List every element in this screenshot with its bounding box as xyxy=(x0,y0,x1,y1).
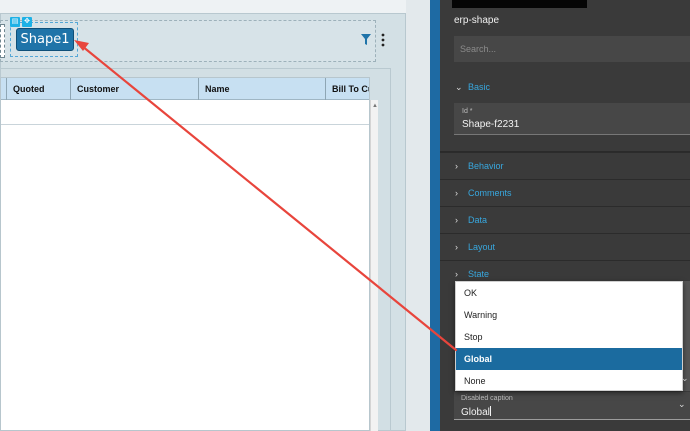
disabled-caption-field[interactable]: Disabled caption Global ⌄ xyxy=(454,392,690,420)
panel-splitter[interactable] xyxy=(430,0,440,431)
shape-toolbar: ▤ ✥ xyxy=(10,17,32,27)
redacted-bar xyxy=(452,0,587,8)
chevron-down-icon[interactable]: ⌄ xyxy=(681,373,689,384)
section-state-label: State xyxy=(468,269,490,279)
dropdown-option-stop[interactable]: Stop xyxy=(456,326,682,348)
dropdown-option-global[interactable]: Global xyxy=(456,348,682,370)
disabled-caption-value: Global xyxy=(461,406,491,418)
column-header-bill-to[interactable]: Bill To Cu xyxy=(326,78,369,100)
section-data-label: Data xyxy=(468,215,488,225)
move-icon[interactable]: ✥ xyxy=(22,17,32,27)
section-comments[interactable]: › Comments xyxy=(440,179,690,207)
data-grid: Quoted Customer Name Bill To Cu xyxy=(0,77,370,431)
dropdown-option-warning[interactable]: Warning xyxy=(456,304,682,326)
filter-icon[interactable] xyxy=(361,34,371,46)
column-header-name[interactable]: Name xyxy=(199,78,326,100)
section-data[interactable]: › Data xyxy=(440,206,690,234)
section-comments-label: Comments xyxy=(468,188,512,198)
column-header-quoted[interactable]: Quoted xyxy=(7,78,71,100)
grid-scrollbar[interactable]: ▲ xyxy=(370,100,378,431)
section-basic-label: Basic xyxy=(468,82,491,92)
copy-icon[interactable]: ▤ xyxy=(10,17,20,27)
column-header-customer[interactable]: Customer xyxy=(71,78,199,100)
section-behavior[interactable]: › Behavior xyxy=(440,152,690,180)
chevron-right-icon: › xyxy=(455,188,458,198)
dropdown-option-none[interactable]: None xyxy=(456,370,682,392)
shape-button[interactable]: Shape1 xyxy=(16,28,74,51)
chevron-down-icon: ⌄ xyxy=(455,82,463,92)
canvas-top-bar xyxy=(0,0,406,13)
disabled-caption-text: Global xyxy=(461,407,490,418)
chevron-right-icon: › xyxy=(455,269,458,279)
chevron-right-icon: › xyxy=(455,242,458,252)
section-layout[interactable]: › Layout xyxy=(440,233,690,261)
more-vertical-icon[interactable] xyxy=(380,33,386,47)
text-cursor xyxy=(489,406,491,416)
section-layout-label: Layout xyxy=(468,242,496,252)
id-field[interactable]: Id * Shape-f2231 xyxy=(454,103,690,135)
chevron-right-icon: › xyxy=(455,215,458,225)
panel-title: erp-shape xyxy=(454,15,500,26)
id-field-value: Shape-f2231 xyxy=(462,119,520,130)
search-input[interactable] xyxy=(454,36,690,62)
chevron-down-icon[interactable]: ⌄ xyxy=(678,399,686,410)
grid-header: Quoted Customer Name Bill To Cu xyxy=(1,78,369,100)
disabled-caption-label: Disabled caption xyxy=(461,395,513,402)
id-field-label: Id * xyxy=(462,108,473,115)
section-behavior-label: Behavior xyxy=(468,161,504,171)
chevron-right-icon: › xyxy=(455,161,458,171)
designer-canvas: ▤ ✥ Shape1 Quoted Customer Name Bill To … xyxy=(0,0,430,431)
section-basic[interactable]: ⌄ Basic xyxy=(440,74,690,102)
caption-type-dropdown: OK Warning Stop Global None xyxy=(455,281,683,391)
collapsed-panel-stub[interactable] xyxy=(0,24,5,58)
table-row[interactable] xyxy=(1,100,369,125)
dropdown-option-ok[interactable]: OK xyxy=(456,282,682,304)
scroll-up-icon[interactable]: ▲ xyxy=(372,103,378,109)
